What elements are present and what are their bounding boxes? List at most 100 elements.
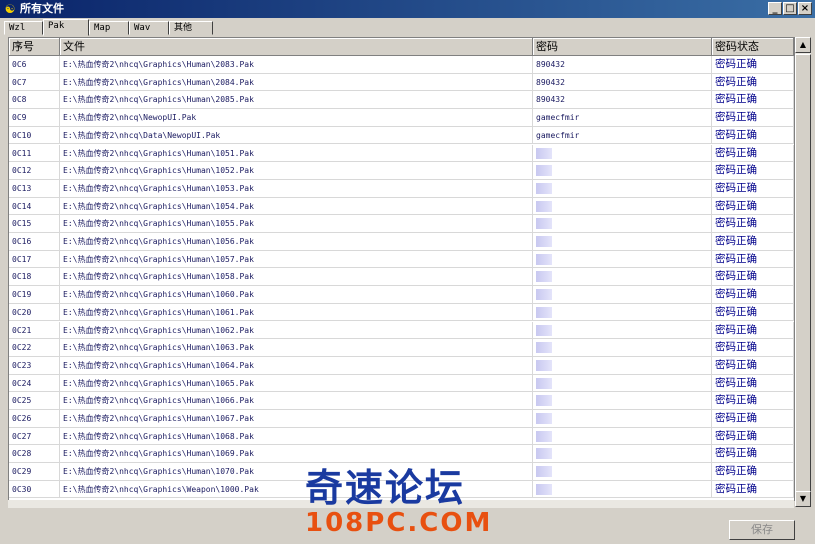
cell-file: E:\热血传奇2\nhcq\Graphics\Human\1061.Pak (60, 303, 533, 321)
table-row[interactable]: 0C9 E:\热血传奇2\nhcq\NewopUI.Pak gamecfmir 密码正… (9, 109, 794, 127)
cell-status: 密码正确 (712, 144, 794, 162)
tab-map[interactable]: Map (89, 21, 129, 35)
scroll-down-icon[interactable]: ▼ (795, 491, 811, 507)
cell-id: 0C26 (9, 410, 60, 427)
cell-id: 0C29 (9, 463, 60, 481)
scroll-thumb[interactable] (795, 54, 811, 494)
cell-password (533, 268, 712, 286)
cell-password (533, 356, 712, 374)
cell-id: 0C16 (9, 233, 60, 250)
cell-password (533, 427, 712, 445)
cell-status: 密码正确 (712, 480, 794, 498)
cell-password (533, 392, 712, 410)
table-row[interactable]: 0C7 E:\热血传奇2\nhcq\Graphics\Human\2084.Pak… (9, 73, 794, 92)
maximize-button[interactable]: □ (783, 2, 797, 15)
cell-password (533, 321, 712, 339)
cell-status: 密码正确 (712, 392, 794, 410)
table-row[interactable]: 0C28 E:\热血传奇2\nhcq\Graphics\Human\1069.Pa… (9, 445, 794, 464)
table-header: 序号 文件 密码 密码状态 (9, 38, 794, 56)
cell-status: 密码正确 (712, 410, 794, 427)
table-row[interactable]: 0C8 E:\热血传奇2\nhcq\Graphics\Human\2085.Pak… (9, 91, 794, 110)
watermark-title: 奇速论坛 (305, 466, 466, 510)
table-row[interactable]: 0C27 E:\热血传奇2\nhcq\Graphics\Human\1068.Pa… (9, 427, 794, 446)
table-row[interactable]: 0C6 E:\热血传奇2\nhcq\Graphics\Human\2083.Pak… (9, 56, 794, 74)
vertical-scrollbar[interactable]: ▲ ▼ (795, 37, 811, 507)
close-button[interactable]: × (798, 2, 812, 15)
cell-id: 0C8 (9, 91, 60, 109)
table-row[interactable]: 0C23 E:\热血传奇2\nhcq\Graphics\Human\1064.Pa… (9, 356, 794, 375)
tab-other[interactable]: 其他 (169, 21, 213, 35)
cell-id: 0C9 (9, 109, 60, 127)
cell-status: 密码正确 (712, 250, 794, 268)
cell-status: 密码正确 (712, 91, 794, 109)
cell-password (533, 250, 712, 268)
redacted-password (536, 466, 552, 478)
table-row[interactable]: 0C15 E:\热血传奇2\nhcq\Graphics\Human\1055.Pa… (9, 215, 794, 233)
cell-password (533, 410, 712, 427)
save-button[interactable]: 保存 (729, 520, 795, 540)
redacted-password (536, 147, 552, 159)
table-row[interactable]: 0C26 E:\热血传奇2\nhcq\Graphics\Human\1067.Pa… (9, 410, 794, 428)
cell-status: 密码正确 (712, 463, 794, 481)
column-header-id[interactable]: 序号 (9, 38, 60, 55)
cell-password (533, 286, 712, 304)
cell-file: E:\热血传奇2\nhcq\NewopUI.Pak (60, 109, 533, 127)
table-row[interactable]: 0C20 E:\热血传奇2\nhcq\Graphics\Human\1061.Pa… (9, 303, 794, 322)
yin-yang-icon: ☯ (4, 2, 16, 16)
tab-wzl[interactable]: Wzl (4, 21, 43, 35)
column-header-status[interactable]: 密码状态 (712, 38, 794, 55)
cell-file: E:\热血传奇2\nhcq\Graphics\Human\1060.Pak (60, 286, 533, 304)
table-row[interactable]: 0C12 E:\热血传奇2\nhcq\Graphics\Human\1052.Pa… (9, 162, 794, 180)
cell-id: 0C27 (9, 427, 60, 445)
redacted-password (536, 324, 552, 336)
cell-id: 0C30 (9, 480, 60, 498)
redacted-password (536, 342, 552, 354)
cell-password: 890432 (533, 56, 712, 73)
redacted-password (536, 377, 552, 389)
tab-wav[interactable]: Wav (129, 21, 169, 35)
cell-file: E:\热血传奇2\nhcq\Graphics\Human\1053.Pak (60, 179, 533, 197)
table-row[interactable]: 0C17 E:\热血传奇2\nhcq\Graphics\Human\1057.Pa… (9, 250, 794, 269)
table-row[interactable]: 0C18 E:\热血传奇2\nhcq\Graphics\Human\1058.Pa… (9, 268, 794, 287)
file-table[interactable]: 序号 文件 密码 密码状态 0C6 E:\热血传奇2\nhcq\Graphics\… (8, 37, 795, 501)
table-row[interactable]: 0C13 E:\热血传奇2\nhcq\Graphics\Human\1053.Pa… (9, 179, 794, 198)
minimize-button[interactable]: _ (768, 2, 782, 15)
cell-id: 0C19 (9, 286, 60, 304)
cell-file: E:\热血传奇2\nhcq\Graphics\Human\1063.Pak (60, 339, 533, 357)
cell-id: 0C21 (9, 321, 60, 339)
cell-id: 0C10 (9, 126, 60, 144)
cell-password (533, 445, 712, 463)
cell-password (533, 480, 712, 498)
cell-status: 密码正确 (712, 233, 794, 250)
tab-pak[interactable]: Pak (43, 19, 89, 36)
table-row[interactable]: 0C25 E:\热血传奇2\nhcq\Graphics\Human\1066.Pa… (9, 392, 794, 410)
cell-file: E:\热血传奇2\nhcq\Graphics\Human\1054.Pak (60, 197, 533, 215)
cell-file: E:\热血传奇2\nhcq\Graphics\Human\1065.Pak (60, 374, 533, 392)
cell-password (533, 215, 712, 233)
redacted-password (536, 448, 552, 460)
cell-file: E:\热血传奇2\nhcq\Graphics\Human\2084.Pak (60, 73, 533, 91)
cell-password (533, 374, 712, 392)
table-row[interactable]: 0C19 E:\热血传奇2\nhcq\Graphics\Human\1060.Pa… (9, 286, 794, 304)
redacted-password (536, 413, 552, 424)
watermark-url: 108PC.COM (305, 508, 493, 538)
table-row[interactable]: 0C21 E:\热血传奇2\nhcq\Graphics\Human\1062.Pa… (9, 321, 794, 340)
scroll-up-icon[interactable]: ▲ (795, 37, 811, 53)
table-row[interactable]: 0C24 E:\热血传奇2\nhcq\Graphics\Human\1065.Pa… (9, 374, 794, 393)
column-header-file[interactable]: 文件 (60, 38, 533, 55)
table-row[interactable]: 0C10 E:\热血传奇2\nhcq\Data\NewopUI.Pak gamecf… (9, 126, 794, 145)
cell-file: E:\热血传奇2\nhcq\Graphics\Human\1067.Pak (60, 410, 533, 427)
cell-file: E:\热血传奇2\nhcq\Graphics\Human\1064.Pak (60, 356, 533, 374)
cell-file: E:\热血传奇2\nhcq\Graphics\Human\1069.Pak (60, 445, 533, 463)
cell-password (533, 303, 712, 321)
cell-id: 0C23 (9, 356, 60, 374)
redacted-password (536, 306, 552, 318)
table-row[interactable]: 0C14 E:\热血传奇2\nhcq\Graphics\Human\1054.Pa… (9, 197, 794, 216)
cell-file: E:\热血传奇2\nhcq\Data\NewopUI.Pak (60, 126, 533, 144)
table-row[interactable]: 0C11 E:\热血传奇2\nhcq\Graphics\Human\1051.Pa… (9, 144, 794, 163)
table-row[interactable]: 0C22 E:\热血传奇2\nhcq\Graphics\Human\1063.Pa… (9, 339, 794, 357)
table-row[interactable]: 0C16 E:\热血传奇2\nhcq\Graphics\Human\1056.Pa… (9, 233, 794, 251)
column-header-password[interactable]: 密码 (533, 38, 712, 55)
cell-status: 密码正确 (712, 179, 794, 197)
cell-status: 密码正确 (712, 321, 794, 339)
